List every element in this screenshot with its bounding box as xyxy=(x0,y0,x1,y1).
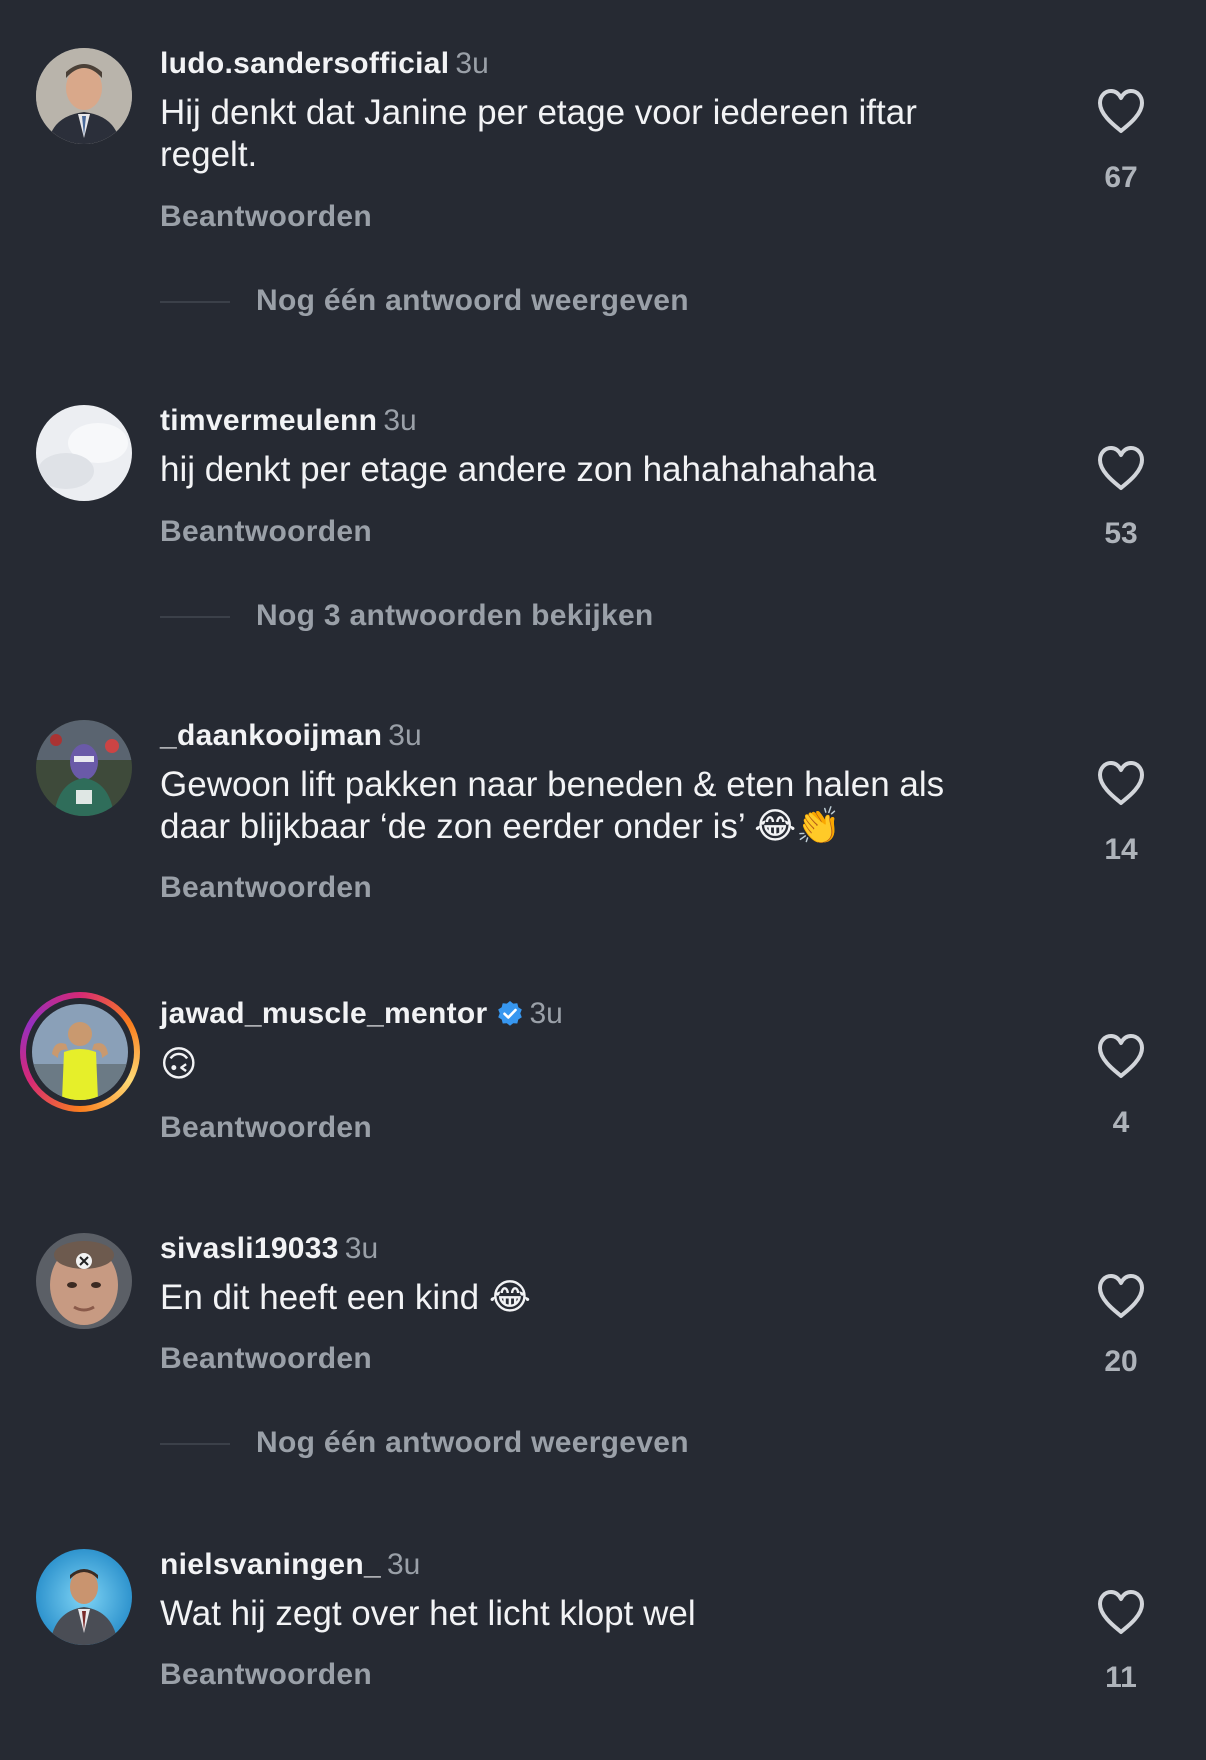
comment-username[interactable]: _daankooijman xyxy=(160,719,382,752)
view-more-replies-label: Nog 3 antwoorden bekijken xyxy=(256,599,654,632)
comment-username[interactable]: nielsvaningen_ xyxy=(160,1548,381,1581)
like-count: 53 xyxy=(1104,517,1138,550)
comment-timestamp: 3u xyxy=(455,47,489,80)
like-count: 4 xyxy=(1112,1106,1130,1139)
heart-outline-icon[interactable] xyxy=(1096,1589,1146,1635)
comment-timestamp: 3u xyxy=(386,1548,421,1581)
reply-button[interactable]: Beantwoorden xyxy=(160,1341,372,1377)
laughing-emoji: 😂 xyxy=(488,1277,531,1318)
avatar[interactable] xyxy=(36,720,132,816)
reply-button[interactable]: Beantwoorden xyxy=(160,1657,372,1693)
comment-text: En dit heeft een kind 😂 xyxy=(160,1277,1020,1319)
avatar[interactable] xyxy=(36,1233,132,1329)
comment-text: hij denkt per etage andere zon hahahahah… xyxy=(160,450,877,489)
like-count: 20 xyxy=(1104,1345,1138,1378)
laughing-clapping-emoji: 😂👏 xyxy=(754,806,841,847)
heart-outline-icon[interactable] xyxy=(1096,445,1146,491)
reply-button[interactable]: Beantwoorden xyxy=(160,1110,372,1146)
view-more-replies-label: Nog één antwoord weergeven xyxy=(256,1426,689,1459)
like-count: 11 xyxy=(1105,1661,1137,1694)
comment-username[interactable]: ludo.sandersofficial xyxy=(160,47,449,80)
heart-outline-icon[interactable] xyxy=(1096,1033,1146,1079)
reply-button[interactable]: Beantwoorden xyxy=(160,870,372,906)
like-count: 14 xyxy=(1104,833,1138,866)
comment-timestamp: 3u xyxy=(388,719,422,752)
view-more-replies-label: Nog één antwoord weergeven xyxy=(256,284,689,317)
reply-button[interactable]: Beantwoorden xyxy=(160,199,372,235)
comment-username[interactable]: timvermeulenn xyxy=(160,404,377,437)
avatar-story-ring[interactable] xyxy=(20,992,140,1112)
heart-outline-icon[interactable] xyxy=(1096,760,1146,806)
divider xyxy=(160,616,230,618)
reply-button[interactable]: Beantwoorden xyxy=(160,514,372,550)
heart-outline-icon[interactable] xyxy=(1096,88,1146,134)
upside-down-face-emoji: 🙃 xyxy=(160,1044,198,1085)
comment-username[interactable]: sivasli19033 xyxy=(160,1232,339,1265)
avatar[interactable] xyxy=(36,48,132,144)
comment-timestamp: 3u xyxy=(529,997,563,1030)
avatar[interactable] xyxy=(36,1549,132,1645)
verified-badge-icon xyxy=(497,1001,522,1026)
comment-username[interactable]: jawad_muscle_mentor xyxy=(160,997,488,1030)
comment-timestamp: 3u xyxy=(383,404,417,437)
comment-text: Gewoon lift pakken naar beneden & eten h… xyxy=(160,764,1020,848)
comment-text-content: En dit heeft een kind xyxy=(160,1278,480,1317)
comment-text: Wat hij zegt over het licht klopt wel xyxy=(160,1594,696,1633)
comment-text: Hij denkt dat Janine per etage voor iede… xyxy=(160,93,917,174)
comment-text: 🙃 xyxy=(160,1044,1020,1086)
divider xyxy=(160,1443,230,1445)
avatar[interactable] xyxy=(36,405,132,501)
divider xyxy=(160,301,230,303)
comment-timestamp: 3u xyxy=(344,1232,379,1265)
avatar xyxy=(32,1004,128,1100)
heart-outline-icon[interactable] xyxy=(1096,1273,1146,1319)
like-count: 67 xyxy=(1104,161,1138,194)
